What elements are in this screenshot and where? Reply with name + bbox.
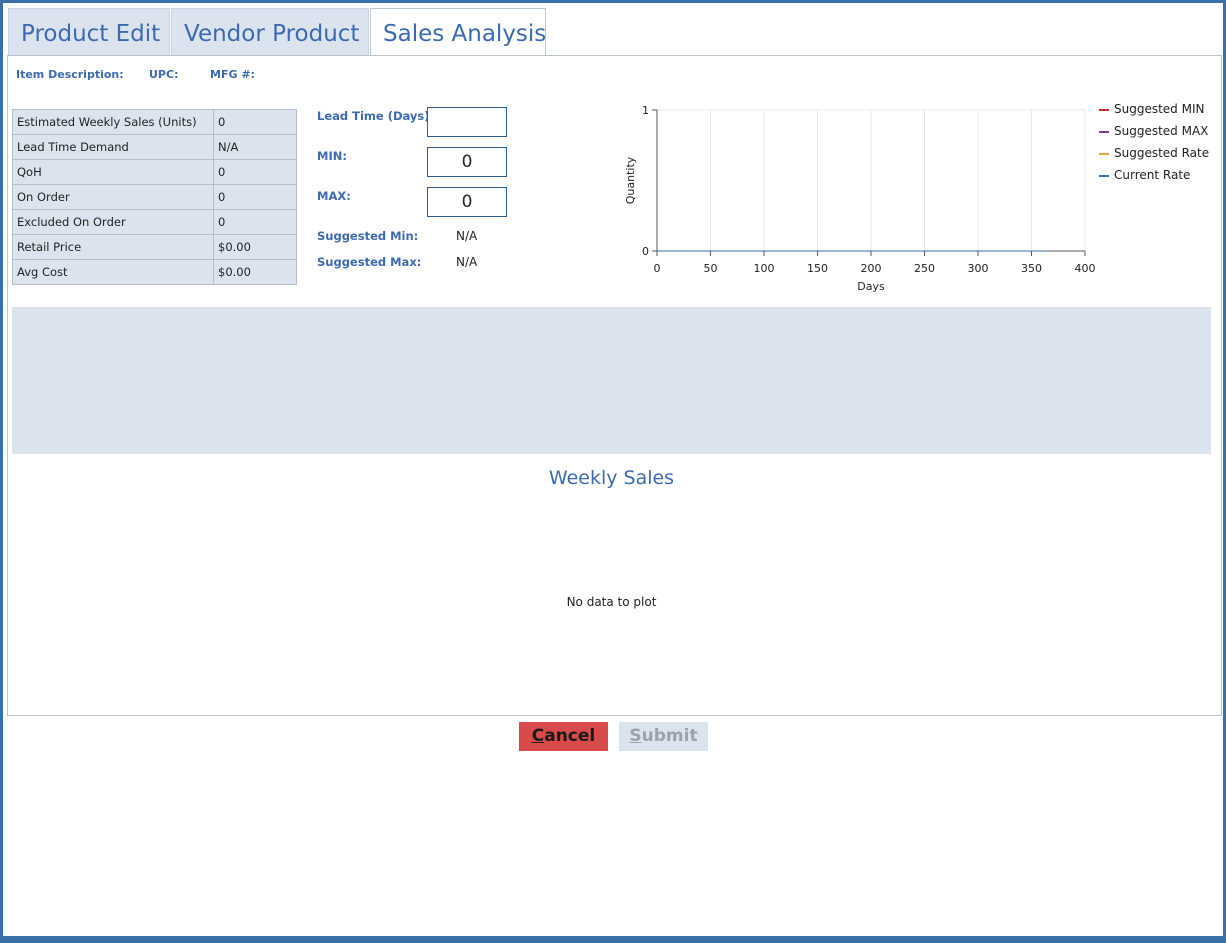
stat-value: $0.00 <box>213 234 297 260</box>
legend-label: Suggested MIN <box>1114 102 1205 116</box>
stat-value: 0 <box>213 109 297 135</box>
weekly-sales-empty-message: No data to plot <box>566 595 657 609</box>
x-tick-label: 250 <box>914 262 935 275</box>
submit-button[interactable]: Submit <box>619 722 708 751</box>
submit-accesskey: S <box>629 726 642 746</box>
submit-label: ubmit <box>641 726 698 746</box>
legend-item: Current Rate <box>1099 167 1209 189</box>
suggested-min-label: Suggested Min: <box>317 229 419 243</box>
table-row: Estimated Weekly Sales (Units) 0 <box>12 109 297 135</box>
upc-label: UPC: <box>149 68 179 81</box>
stat-label: Estimated Weekly Sales (Units) <box>12 109 214 135</box>
legend-swatch <box>1099 152 1109 155</box>
x-tick-label: 400 <box>1075 262 1096 275</box>
stat-value: N/A <box>213 134 297 160</box>
stat-value: 0 <box>213 159 297 185</box>
stat-label: Excluded On Order <box>12 209 214 235</box>
suggested-min-value: N/A <box>456 229 478 243</box>
cancel-button[interactable]: Cancel <box>519 722 608 751</box>
legend-swatch <box>1099 174 1109 177</box>
table-row: Lead Time Demand N/A <box>12 134 297 160</box>
item-description-label: Item Description: <box>16 68 124 81</box>
legend-swatch <box>1099 130 1109 133</box>
table-row: Retail Price $0.00 <box>12 234 297 260</box>
weekly-sales-title: Weekly Sales <box>548 467 675 489</box>
tab-product-edit[interactable]: Product Edit <box>8 8 170 56</box>
min-label: MIN: <box>317 149 347 163</box>
cancel-accesskey: C <box>531 726 545 746</box>
y-tick-label: 0 <box>642 245 649 258</box>
legend-swatch <box>1099 108 1109 111</box>
cancel-label: ancel <box>544 726 596 746</box>
suggested-max-label: Suggested Max: <box>317 255 422 269</box>
stat-value: $0.00 <box>213 259 297 285</box>
lead-time-label: Lead Time (Days): <box>317 109 435 123</box>
table-row: QoH 0 <box>12 159 297 185</box>
x-axis-label: Days <box>857 280 885 293</box>
x-tick-label: 0 <box>654 262 661 275</box>
stat-label: Avg Cost <box>12 259 214 285</box>
legend-item: Suggested MAX <box>1099 123 1209 145</box>
suggested-max-value: N/A <box>456 255 478 269</box>
legend-label: Suggested Rate <box>1114 146 1210 160</box>
stat-value: 0 <box>213 184 297 210</box>
legend-item: Suggested Rate <box>1099 145 1209 167</box>
x-tick-label: 150 <box>807 262 828 275</box>
x-tick-label: 100 <box>754 262 775 275</box>
legend-label: Current Rate <box>1114 168 1191 182</box>
stat-value: 0 <box>213 209 297 235</box>
table-row: On Order 0 <box>12 184 297 210</box>
min-input[interactable] <box>427 147 507 177</box>
stat-label: QoH <box>12 159 214 185</box>
chart-legend: Suggested MIN Suggested MAX Suggested Ra… <box>1099 101 1209 189</box>
x-tick-label: 200 <box>861 262 882 275</box>
x-tick-label: 350 <box>1021 262 1042 275</box>
filter-panel <box>12 307 1211 454</box>
lead-time-input[interactable] <box>427 107 507 137</box>
stat-label: On Order <box>12 184 214 210</box>
max-input[interactable] <box>427 187 507 217</box>
tab-sales-analysis[interactable]: Sales Analysis <box>370 8 546 57</box>
tab-strip: Product Edit Vendor Product Sales Analys… <box>8 8 548 57</box>
table-row: Excluded On Order 0 <box>12 209 297 235</box>
stat-label: Lead Time Demand <box>12 134 214 160</box>
stat-label: Retail Price <box>12 234 214 260</box>
mfg-label: MFG #: <box>210 68 255 81</box>
x-tick-label: 300 <box>968 262 989 275</box>
tab-vendor-product[interactable]: Vendor Product <box>171 8 369 56</box>
table-row: Avg Cost $0.00 <box>12 259 297 285</box>
legend-label: Suggested MAX <box>1114 124 1209 138</box>
legend-item: Suggested MIN <box>1099 101 1209 123</box>
x-tick-label: 50 <box>704 262 718 275</box>
max-label: MAX: <box>317 189 351 203</box>
y-axis-label: Quantity <box>624 156 637 204</box>
y-tick-label: 1 <box>642 104 649 117</box>
stats-table: Estimated Weekly Sales (Units) 0 Lead Tim… <box>12 109 297 285</box>
